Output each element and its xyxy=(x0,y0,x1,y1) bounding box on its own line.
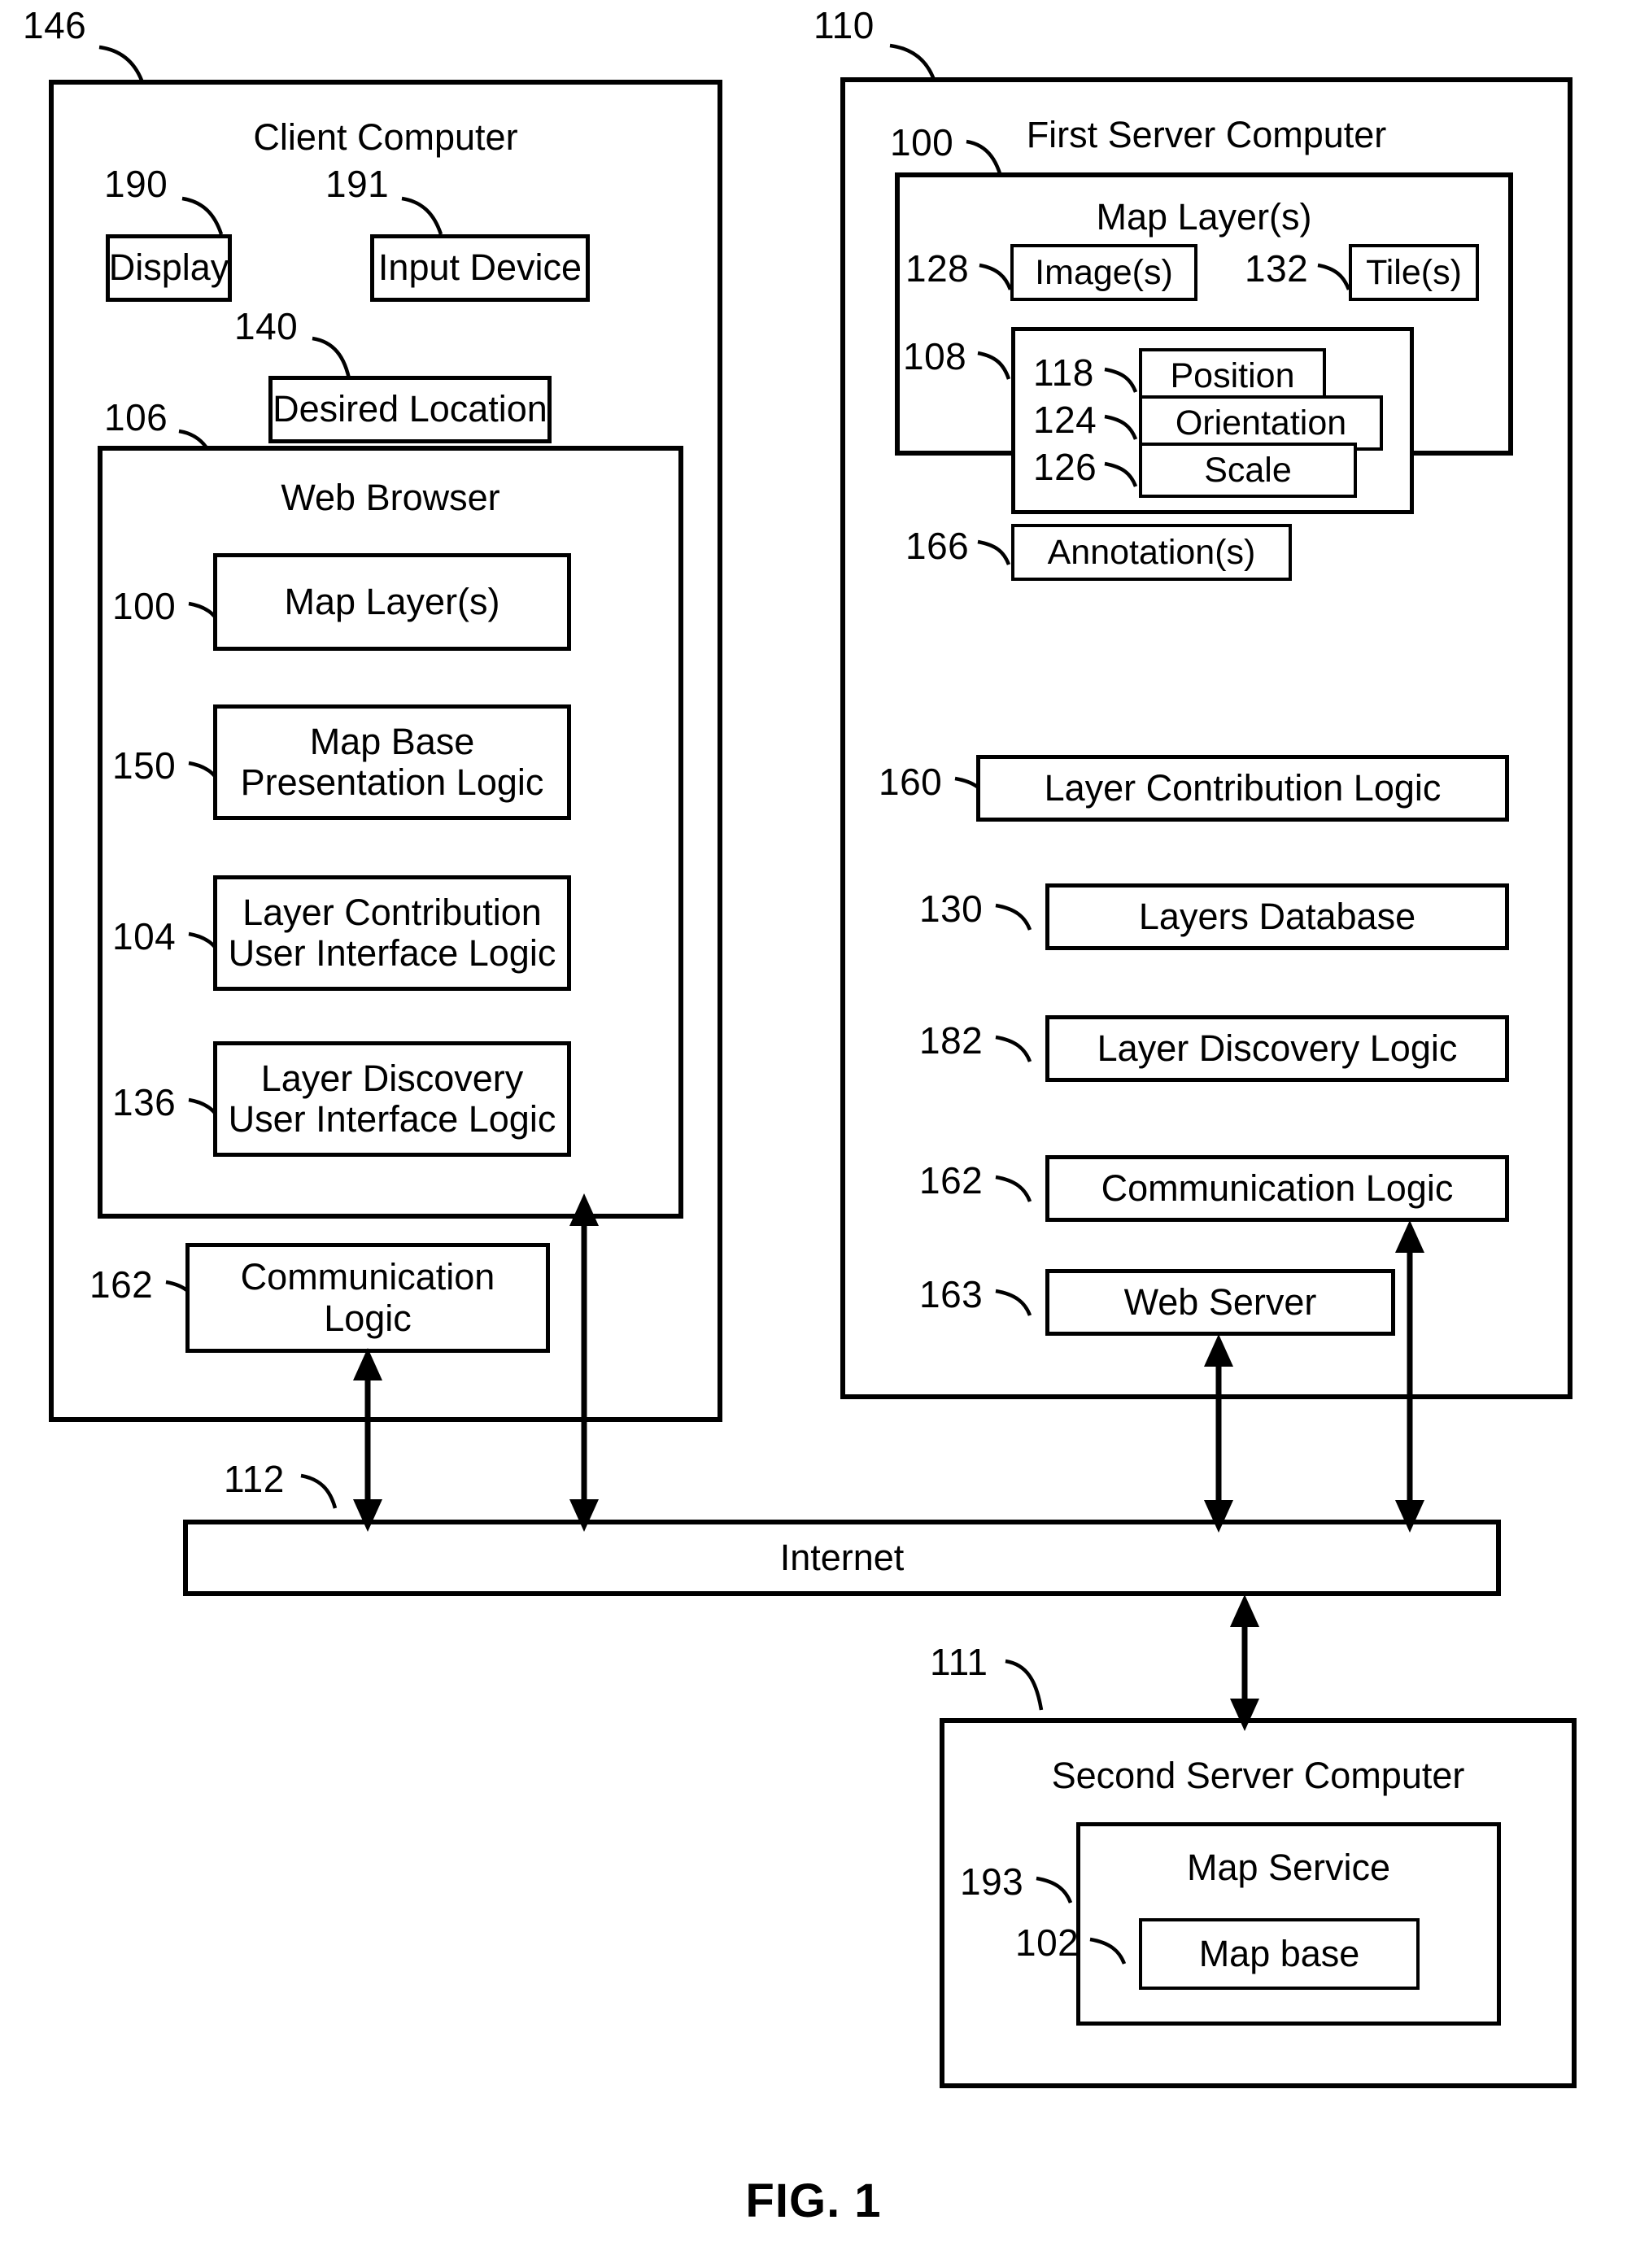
map-base-box: Map base xyxy=(1139,1918,1420,1990)
desired-location-box: Desired Location xyxy=(268,376,552,443)
ref-163: 163 xyxy=(919,1273,984,1315)
ref-wb-104: 104 xyxy=(112,915,177,957)
ref-140: 140 xyxy=(234,305,299,347)
web-browser-item-layer-contribution-ui-logic: Layer Contribution User Interface Logic xyxy=(213,875,571,991)
layer-contribution-logic-label: Layer Contribution Logic xyxy=(1044,766,1442,809)
tiles-box: Tile(s) xyxy=(1349,244,1479,301)
annotations-box: Annotation(s) xyxy=(1011,524,1292,581)
arrow-web-server-to-internet xyxy=(1204,1334,1233,1533)
ref-126: 126 xyxy=(1033,446,1097,488)
ref-wb-150: 150 xyxy=(112,744,177,787)
map-service-title: Map Service xyxy=(1186,1847,1391,1888)
figure-caption: FIG. 1 xyxy=(745,2174,882,2227)
web-browser-item-map-base-presentation-logic: Map Base Presentation Logic xyxy=(213,704,571,820)
ref-server-162: 162 xyxy=(919,1159,984,1202)
ref-193: 193 xyxy=(960,1860,1024,1903)
map-base-label: Map base xyxy=(1198,1932,1360,1974)
ref-190: 190 xyxy=(104,163,168,205)
ref-182: 182 xyxy=(919,1019,984,1062)
ref-server-100: 100 xyxy=(890,121,954,164)
arrow-client-comm-to-internet xyxy=(353,1348,382,1532)
client-communication-logic-box: Communication Logic xyxy=(185,1243,550,1353)
ref-146: 146 xyxy=(23,4,87,46)
ref-110: 110 xyxy=(814,4,875,46)
scale-label: Scale xyxy=(1204,450,1292,490)
web-browser-item-layer-discovery-ui-logic-label: Layer Discovery User Interface Logic xyxy=(228,1057,556,1140)
annotations-label: Annotation(s) xyxy=(1047,532,1256,572)
ref-client-162: 162 xyxy=(89,1263,154,1306)
web-server-label: Web Server xyxy=(1123,1280,1317,1323)
map-layers-title: Map Layer(s) xyxy=(1096,196,1312,238)
ref-132: 132 xyxy=(1245,247,1309,290)
ref-112: 112 xyxy=(224,1458,285,1500)
client-communication-logic-label: Communication Logic xyxy=(240,1256,495,1339)
ref-191: 191 xyxy=(325,163,390,205)
web-browser-item-layer-contribution-ui-logic-label: Layer Contribution User Interface Logic xyxy=(228,891,556,974)
second-server-computer-title: Second Server Computer xyxy=(1051,1755,1465,1796)
arrow-internet-to-second-server xyxy=(1230,1594,1259,1731)
display-label: Display xyxy=(108,246,229,289)
position-label: Position xyxy=(1170,355,1295,395)
display-box: Display xyxy=(106,234,232,302)
server-communication-logic-box: Communication Logic xyxy=(1045,1155,1509,1222)
ref-111: 111 xyxy=(930,1641,988,1683)
ref-wb-100: 100 xyxy=(112,585,177,627)
layer-discovery-logic-label: Layer Discovery Logic xyxy=(1097,1027,1458,1069)
layer-discovery-logic-box: Layer Discovery Logic xyxy=(1045,1015,1509,1082)
layers-database-label: Layers Database xyxy=(1138,895,1416,937)
ref-130: 130 xyxy=(919,888,984,930)
web-browser-item-map-layers: Map Layer(s) xyxy=(213,553,571,651)
internet-label: Internet xyxy=(779,1536,905,1578)
orientation-label: Orientation xyxy=(1175,403,1347,443)
scale-box: Scale xyxy=(1139,443,1357,498)
images-box: Image(s) xyxy=(1010,244,1197,301)
arrow-web-browser-to-internet xyxy=(569,1193,599,1532)
ref-wb-136: 136 xyxy=(112,1081,177,1123)
desired-location-label: Desired Location xyxy=(273,388,547,430)
web-browser-item-map-layers-label: Map Layer(s) xyxy=(284,580,500,622)
ref-166: 166 xyxy=(905,525,970,567)
ref-124: 124 xyxy=(1033,399,1097,441)
images-label: Image(s) xyxy=(1035,252,1173,292)
ref-160: 160 xyxy=(879,761,943,803)
input-device-box: Input Device xyxy=(370,234,590,302)
arrow-server-comm-to-internet xyxy=(1395,1220,1424,1533)
web-browser-item-layer-discovery-ui-logic: Layer Discovery User Interface Logic xyxy=(213,1041,571,1157)
layers-database-box: Layers Database xyxy=(1045,883,1509,950)
ref-102: 102 xyxy=(1015,1921,1080,1964)
tiles-label: Tile(s) xyxy=(1366,252,1462,292)
server-communication-logic-label: Communication Logic xyxy=(1101,1167,1454,1209)
input-device-label: Input Device xyxy=(377,246,582,289)
client-computer-title: Client Computer xyxy=(253,116,518,158)
web-server-box: Web Server xyxy=(1045,1269,1395,1336)
web-browser-title: Web Browser xyxy=(281,477,500,518)
leader-111 xyxy=(1005,1659,1044,1711)
ref-106: 106 xyxy=(104,396,168,438)
ref-128: 128 xyxy=(905,247,970,290)
ref-118: 118 xyxy=(1033,351,1094,394)
layer-contribution-logic-box: Layer Contribution Logic xyxy=(976,755,1509,822)
web-browser-item-map-base-presentation-logic-label: Map Base Presentation Logic xyxy=(240,720,544,803)
ref-108: 108 xyxy=(903,335,967,377)
figure-canvas: 146 Client Computer 190 Display 191 Inpu… xyxy=(0,0,1627,2268)
